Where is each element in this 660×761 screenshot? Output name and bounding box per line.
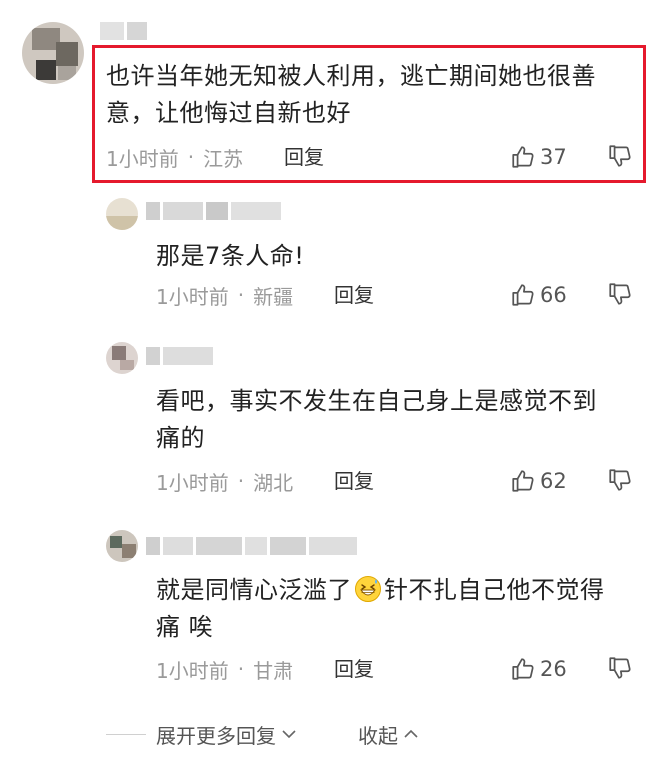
- thumbs-up-icon: [512, 146, 534, 168]
- avatar[interactable]: [106, 198, 138, 230]
- username[interactable]: [146, 345, 213, 367]
- username[interactable]: [146, 535, 357, 557]
- dislike-button[interactable]: [607, 143, 635, 171]
- comment-text: 也许当年她无知被人利用，逃亡期间她也很善 意，让他悔过自新也好: [106, 62, 596, 127]
- username[interactable]: [100, 20, 147, 42]
- reply-meta: 1小时前 · 湖北: [156, 467, 293, 495]
- dislike-button[interactable]: [607, 281, 635, 309]
- reply-location: 甘肃: [253, 658, 294, 683]
- reply-location: 新疆: [253, 284, 294, 309]
- like-count: 37: [540, 145, 567, 169]
- like-count: 26: [540, 657, 567, 681]
- reply-button[interactable]: 回复: [334, 281, 374, 309]
- comment-meta: 1小时前 · 江苏: [106, 143, 243, 171]
- collapse-label: 收起: [358, 723, 398, 748]
- like-button[interactable]: 66: [510, 281, 567, 309]
- thumbs-down-icon: [609, 469, 631, 491]
- thumbs-up-icon: [512, 284, 534, 306]
- reply-meta: 1小时前 · 甘肃: [156, 655, 293, 683]
- avatar[interactable]: [106, 530, 138, 562]
- like-button[interactable]: 26: [510, 655, 567, 683]
- thumbs-up-icon: [512, 658, 534, 680]
- thumbs-down-icon: [609, 657, 631, 679]
- like-button[interactable]: 37: [510, 143, 567, 171]
- avatar[interactable]: [22, 22, 84, 84]
- reply-text: 那是7条人命!: [156, 242, 305, 270]
- divider: [106, 733, 146, 735]
- username[interactable]: [146, 200, 281, 222]
- chevron-up-icon: [404, 729, 418, 738]
- dislike-button[interactable]: [607, 655, 635, 683]
- reply-footer: 展开更多回复 收起: [106, 720, 420, 748]
- comment-location: 江苏: [203, 146, 244, 171]
- reply-location: 湖北: [253, 470, 294, 495]
- reply-button[interactable]: 回复: [334, 655, 374, 683]
- chevron-down-icon: [282, 730, 296, 739]
- reply-button[interactable]: 回复: [334, 467, 374, 495]
- like-count: 66: [540, 283, 567, 307]
- like-button[interactable]: 62: [510, 467, 567, 495]
- expand-label: 展开更多回复: [156, 723, 276, 748]
- thumbs-up-icon: [512, 470, 534, 492]
- collapse-button[interactable]: 收起: [358, 720, 420, 749]
- reply-time: 1小时前: [156, 470, 229, 495]
- reply-time: 1小时前: [156, 658, 229, 683]
- grinning-sweat-emoji: [355, 576, 381, 602]
- like-count: 62: [540, 469, 567, 493]
- reply-meta: 1小时前 · 新疆: [156, 281, 293, 309]
- dislike-button[interactable]: [607, 467, 635, 495]
- thumbs-down-icon: [609, 145, 631, 167]
- reply-button[interactable]: 回复: [284, 143, 324, 171]
- reply-time: 1小时前: [156, 284, 229, 309]
- thumbs-down-icon: [609, 283, 631, 305]
- expand-more-replies-button[interactable]: 展开更多回复: [156, 720, 298, 749]
- avatar[interactable]: [106, 342, 138, 374]
- reply-text: 看吧，事实不发生在自己身上是感觉不到 痛的: [156, 387, 597, 452]
- comment-time: 1小时前: [106, 146, 179, 171]
- reply-text: 就是同情心泛滥了 针不扎自己他不觉得 痛 唉: [156, 576, 605, 641]
